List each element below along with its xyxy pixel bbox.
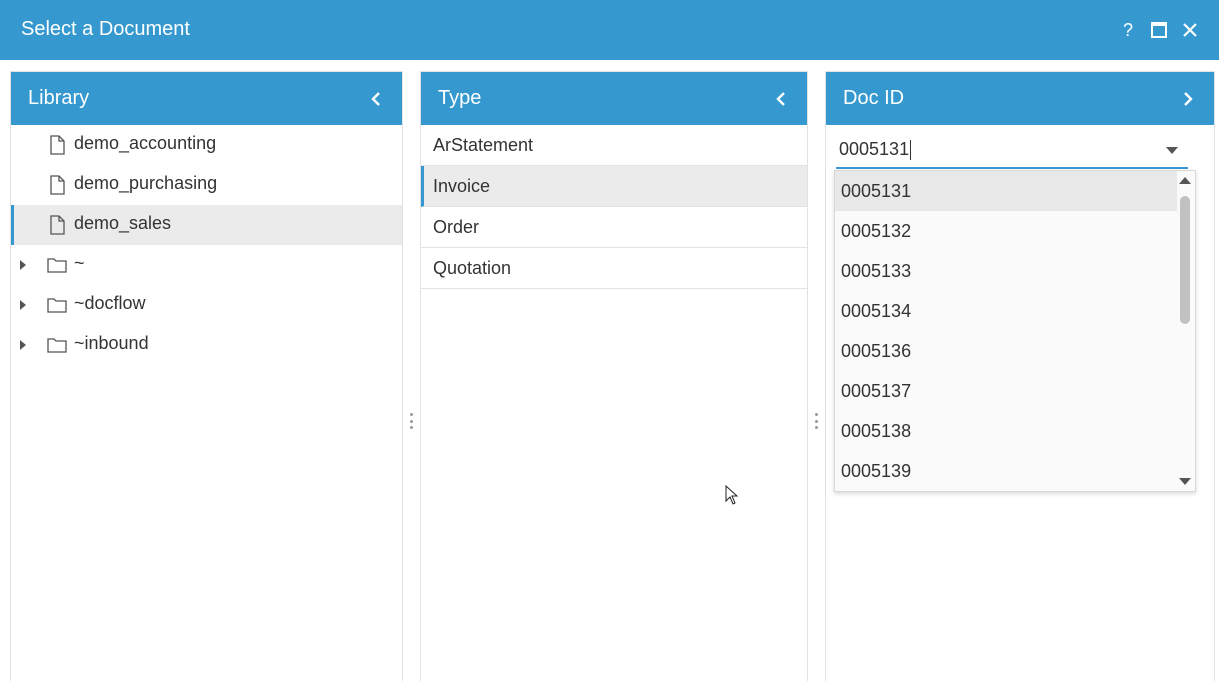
- docid-dropdown-list: 0005131 0005132 0005133 0005134 0005136 …: [834, 170, 1196, 492]
- library-item-demo-accounting[interactable]: demo_accounting: [11, 125, 402, 165]
- folder-icon: [47, 338, 67, 353]
- scrollbar-thumb[interactable]: [1180, 196, 1190, 324]
- chevron-right-icon: [1184, 92, 1193, 106]
- library-title: Library: [28, 87, 90, 109]
- help-button[interactable]: ?: [1117, 19, 1139, 41]
- file-icon: [50, 215, 65, 235]
- docid-input[interactable]: 0005131: [839, 139, 912, 161]
- expand-arrow-icon[interactable]: [19, 339, 27, 351]
- docid-combobox[interactable]: 0005131: [836, 134, 1188, 169]
- library-item-label: demo_accounting: [74, 133, 217, 153]
- dropdown-arrow-icon[interactable]: [1166, 147, 1178, 154]
- library-item-label: ~inbound: [74, 333, 149, 353]
- file-icon: [50, 175, 65, 195]
- type-collapse-button[interactable]: [771, 89, 791, 109]
- library-item-label: ~: [74, 253, 85, 273]
- scroll-up-icon[interactable]: [1179, 177, 1191, 184]
- folder-icon: [47, 258, 67, 273]
- expand-arrow-icon[interactable]: [19, 259, 27, 271]
- type-item-arstatement[interactable]: ArStatement: [421, 125, 807, 166]
- library-collapse-button[interactable]: [366, 89, 386, 109]
- close-icon: [1183, 23, 1197, 37]
- dropdown-option[interactable]: 0005131: [835, 171, 1177, 211]
- dropdown-option[interactable]: 0005138: [835, 411, 1177, 451]
- expand-arrow-icon[interactable]: [19, 299, 27, 311]
- library-item-docflow[interactable]: ~docflow: [11, 285, 402, 325]
- type-title: Type: [438, 87, 482, 109]
- panel-splitter[interactable]: [814, 413, 818, 429]
- chevron-left-icon: [371, 92, 380, 106]
- dropdown-option[interactable]: 0005133: [835, 251, 1177, 291]
- library-item-label: ~docflow: [74, 293, 146, 313]
- dropdown-option[interactable]: 0005137: [835, 371, 1177, 411]
- docid-title: Doc ID: [843, 87, 905, 109]
- dialog-titlebar: Select a Document ?: [0, 0, 1219, 60]
- dialog-title: Select a Document: [21, 18, 190, 40]
- dropdown-option[interactable]: 0005134: [835, 291, 1177, 331]
- docid-panel: Doc ID 0005131 0005131 0005132 0005133 0…: [825, 71, 1215, 681]
- library-panel: Library demo_accounting demo_purchasing …: [10, 71, 403, 681]
- library-item-home[interactable]: ~: [11, 245, 402, 285]
- close-button[interactable]: [1179, 19, 1201, 41]
- type-item-invoice[interactable]: Invoice: [421, 166, 807, 207]
- dropdown-option[interactable]: 0005139: [835, 451, 1177, 491]
- chevron-left-icon: [776, 92, 785, 106]
- docid-header: Doc ID: [826, 72, 1214, 125]
- dropdown-option[interactable]: 0005136: [835, 331, 1177, 371]
- library-header: Library: [11, 72, 402, 125]
- type-header: Type: [421, 72, 807, 125]
- library-item-inbound[interactable]: ~inbound: [11, 325, 402, 365]
- library-item-label: demo_sales: [74, 213, 172, 233]
- mouse-cursor-icon: [725, 485, 739, 505]
- library-item-label: demo_purchasing: [74, 173, 218, 193]
- file-icon: [50, 135, 65, 155]
- docid-next-button[interactable]: [1178, 89, 1198, 109]
- type-panel: Type ArStatement Invoice Order Quotation: [420, 71, 808, 681]
- library-item-demo-purchasing[interactable]: demo_purchasing: [11, 165, 402, 205]
- scroll-down-icon[interactable]: [1179, 478, 1191, 485]
- dropdown-scrollbar[interactable]: [1175, 171, 1195, 491]
- folder-icon: [47, 298, 67, 313]
- maximize-button[interactable]: [1148, 19, 1170, 41]
- help-icon: ?: [1122, 19, 1133, 40]
- type-item-quotation[interactable]: Quotation: [421, 248, 807, 289]
- panel-splitter[interactable]: [409, 413, 413, 429]
- maximize-icon: [1151, 22, 1167, 38]
- library-item-demo-sales[interactable]: demo_sales: [11, 205, 402, 245]
- type-item-order[interactable]: Order: [421, 207, 807, 248]
- dropdown-option[interactable]: 0005132: [835, 211, 1177, 251]
